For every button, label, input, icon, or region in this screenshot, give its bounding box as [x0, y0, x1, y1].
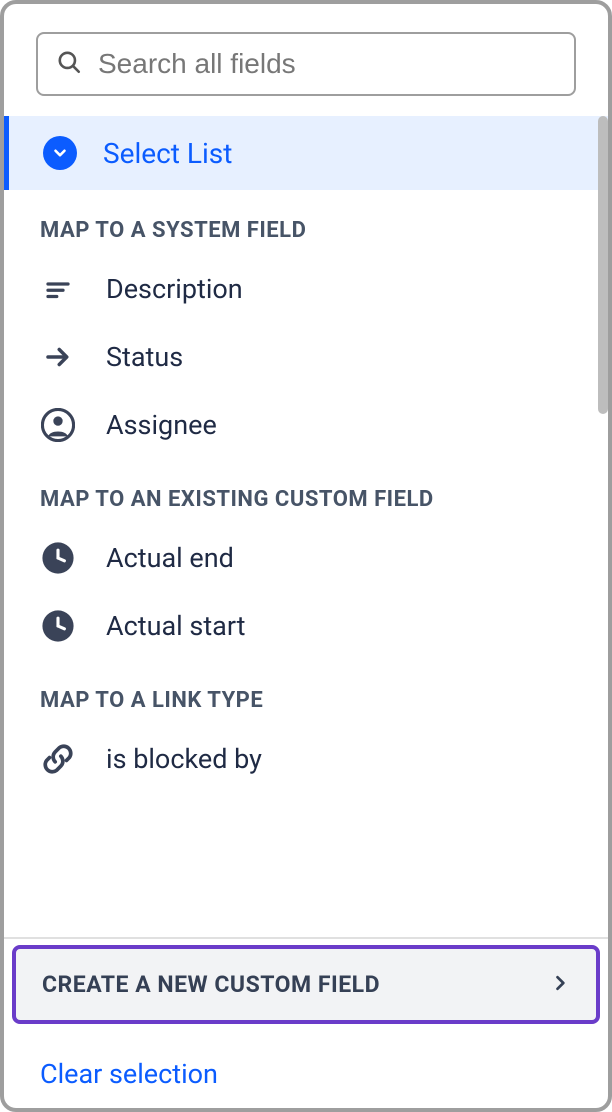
scroll-area: Select List MAP TO A SYSTEM FIELD Descri… [4, 116, 608, 937]
field-item-label: Description [106, 273, 243, 305]
create-custom-field-label: CREATE A NEW CUSTOM FIELD [42, 971, 380, 998]
search-box[interactable] [36, 32, 576, 96]
arrow-right-icon [40, 339, 76, 375]
search-icon [56, 49, 82, 79]
field-item-status[interactable]: Status [4, 323, 608, 391]
field-item-description[interactable]: Description [4, 255, 608, 323]
selected-field-label: Select List [103, 137, 232, 170]
search-container [4, 4, 608, 116]
field-item-assignee[interactable]: Assignee [4, 391, 608, 459]
field-item-label: Assignee [106, 409, 217, 441]
chevron-right-icon [550, 973, 570, 997]
footer: CREATE A NEW CUSTOM FIELD Clear selectio… [4, 937, 608, 1108]
selected-field-row[interactable]: Select List [4, 116, 608, 190]
field-item-actual-start[interactable]: Actual start [4, 592, 608, 660]
field-item-label: Actual end [106, 542, 234, 574]
scrollbar[interactable] [598, 116, 608, 414]
clear-selection-row: Clear selection [4, 1030, 608, 1108]
description-icon [40, 271, 76, 307]
field-item-label: Actual start [106, 610, 246, 642]
field-item-label: is blocked by [106, 743, 262, 775]
section-header-link: MAP TO A LINK TYPE [4, 660, 608, 725]
person-icon [40, 407, 76, 443]
create-custom-field-button[interactable]: CREATE A NEW CUSTOM FIELD [12, 945, 600, 1024]
clock-icon [40, 540, 76, 576]
link-icon [40, 741, 76, 777]
field-item-label: Status [106, 341, 183, 373]
field-item-actual-end[interactable]: Actual end [4, 524, 608, 592]
section-header-system: MAP TO A SYSTEM FIELD [4, 190, 608, 255]
field-mapping-panel: Select List MAP TO A SYSTEM FIELD Descri… [0, 0, 612, 1112]
search-input[interactable] [98, 48, 556, 80]
field-item-is-blocked-by[interactable]: is blocked by [4, 725, 608, 793]
section-header-custom: MAP TO AN EXISTING CUSTOM FIELD [4, 459, 608, 524]
clear-selection-link[interactable]: Clear selection [40, 1058, 218, 1090]
clock-icon [40, 608, 76, 644]
chevron-down-icon [43, 136, 77, 170]
